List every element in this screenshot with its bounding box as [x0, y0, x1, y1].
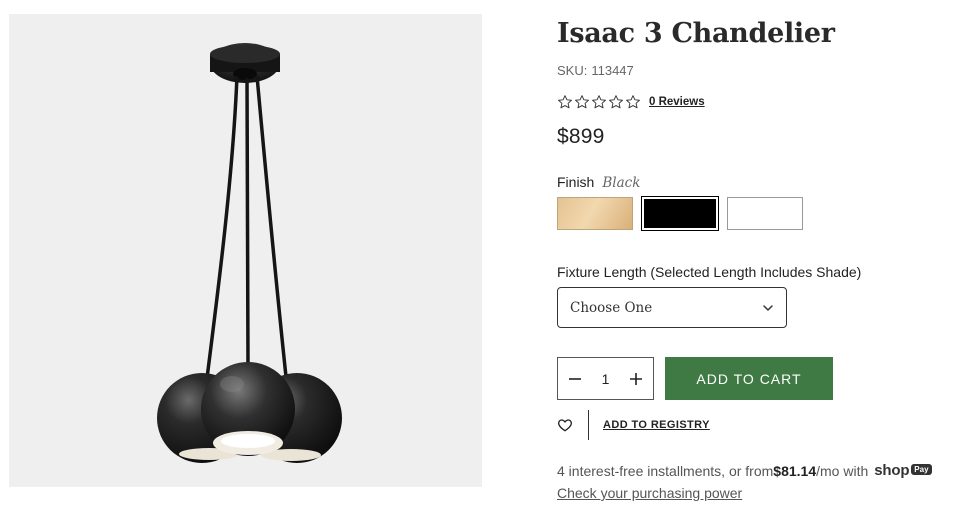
product-image[interactable] [9, 14, 482, 487]
finish-selected-value: Black [602, 175, 641, 191]
installments-text: 4 interest-free installments, or from $8… [557, 462, 932, 479]
finish-swatches [557, 196, 803, 231]
chandelier-image [157, 43, 342, 463]
star-icon [626, 95, 640, 109]
quantity-stepper: 1 [557, 357, 654, 400]
fixture-length-label: Fixture Length (Selected Length Includes… [557, 264, 862, 280]
price: $899 [557, 125, 605, 148]
heart-icon[interactable] [557, 417, 573, 433]
chevron-down-icon [763, 304, 773, 311]
installments-prefix: 4 interest-free installments, or from [557, 462, 774, 479]
star-icon [575, 95, 589, 109]
purchasing-power-link[interactable]: Check your purchasing power [557, 485, 742, 501]
product-title: Isaac 3 Chandelier [557, 18, 835, 49]
quantity-value[interactable]: 1 [596, 371, 616, 387]
swatch-brass[interactable] [557, 197, 633, 230]
star-icon [609, 95, 623, 109]
divider [588, 410, 589, 440]
plus-icon[interactable] [628, 371, 644, 387]
star-rating [557, 94, 641, 110]
installments-amount: $81.14 [773, 462, 817, 479]
add-to-registry-link[interactable]: ADD TO REGISTRY [603, 419, 710, 431]
sku-value: 113447 [591, 63, 634, 78]
registry-row: ADD TO REGISTRY [557, 410, 710, 440]
fixture-length-value: Choose One [570, 299, 653, 316]
pay-badge: Pay [911, 464, 932, 475]
sku-label: SKU: [557, 63, 588, 78]
star-icon [592, 95, 606, 109]
reviews-link[interactable]: 0 Reviews [649, 96, 705, 108]
finish-row: Finish Black [557, 174, 640, 191]
star-icon [558, 95, 572, 109]
swatch-black[interactable] [641, 196, 719, 231]
finish-label: Finish [557, 174, 595, 190]
rating: 0 Reviews [557, 92, 705, 112]
swatch-white[interactable] [727, 197, 803, 230]
minus-icon[interactable] [567, 371, 583, 387]
sku: SKU: 113447 [557, 63, 634, 78]
add-to-cart-button[interactable]: ADD TO CART [665, 357, 833, 400]
shop-pay-logo: shop [874, 462, 910, 479]
fixture-length-select[interactable]: Choose One [557, 287, 787, 328]
installments-suffix: /mo with [816, 462, 869, 479]
